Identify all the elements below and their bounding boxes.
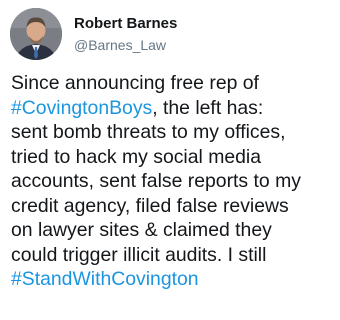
tweet-text-segment: credit agency, filed false reviews	[11, 194, 289, 217]
author-avatar[interactable]	[10, 8, 62, 60]
tweet-text-line: could trigger illicit audits. I still	[11, 243, 337, 268]
tweet-text: Since announcing free rep of #CovingtonBo…	[11, 71, 337, 292]
tweet-text-line: credit agency, filed false reviews	[11, 194, 337, 219]
tweet-text-line: Since announcing free rep of	[11, 71, 337, 96]
tweet-text-segment: sent bomb threats to my offices,	[11, 121, 286, 143]
tweet-text-line: tried to hack my social media	[11, 145, 337, 170]
tweet-text-line: on lawyer sites & claimed they	[11, 218, 337, 243]
tweet-text-line: accounts, sent false reports to my	[11, 169, 337, 194]
tweet-text-segment: accounts, sent false reports to my	[11, 170, 301, 192]
tweet-text-segment: tried to hack my social media	[11, 145, 262, 168]
tweet-text-segment: could trigger illicit audits. I still	[11, 243, 267, 266]
hashtag-link[interactable]: #StandWithCovington	[11, 268, 199, 290]
profile-photo-icon	[10, 8, 62, 60]
tweet-text-segment: Since announcing free rep of	[11, 72, 259, 94]
author-display-name[interactable]: Robert Barnes	[74, 15, 177, 32]
tweet-card: Robert Barnes @Barnes_Law Since announci…	[0, 0, 340, 320]
tweet-text-line: #CovingtonBoys, the left has:	[11, 96, 337, 121]
author-handle[interactable]: @Barnes_Law	[74, 37, 166, 53]
tweet-text-segment: , the left has:	[152, 96, 264, 119]
tweet-text-line: sent bomb threats to my offices,	[11, 120, 337, 145]
tweet-text-line: #StandWithCovington	[11, 267, 337, 292]
hashtag-link[interactable]: #CovingtonBoys	[11, 97, 152, 119]
tweet-text-segment: on lawyer sites & claimed they	[11, 219, 272, 241]
